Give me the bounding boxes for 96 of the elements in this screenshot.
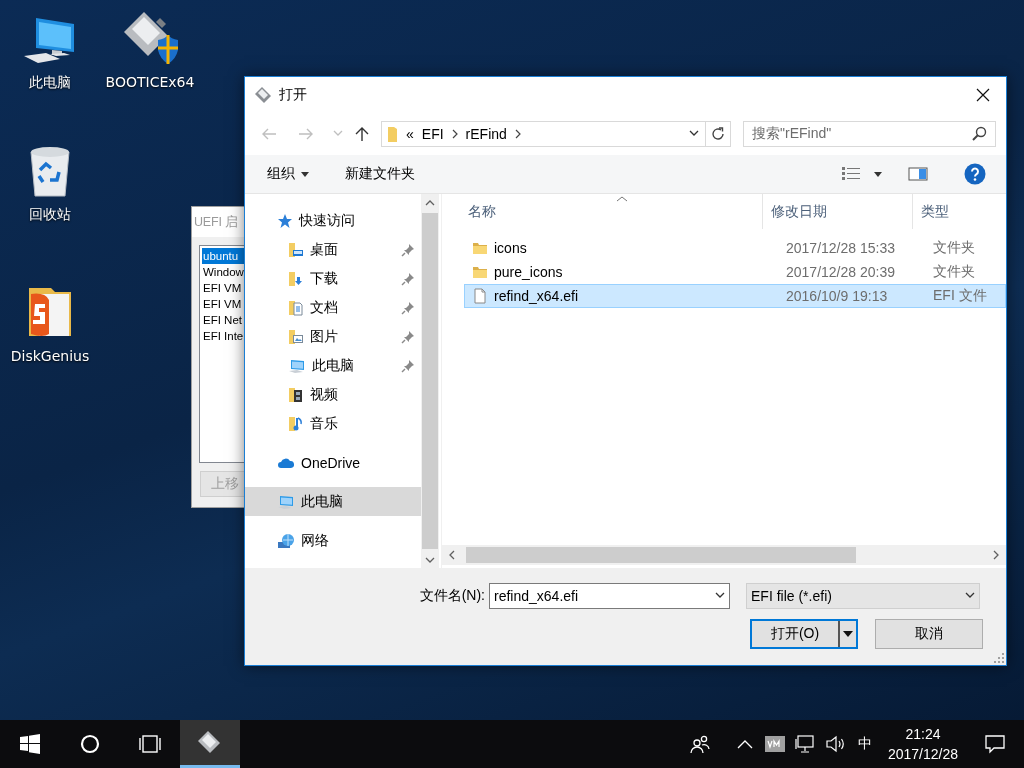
speaker-icon bbox=[825, 735, 845, 753]
star-icon bbox=[277, 212, 293, 229]
window-title: UEFI 启 bbox=[192, 207, 244, 237]
up-arrow-icon bbox=[355, 126, 369, 142]
floppy-icon bbox=[197, 729, 223, 756]
file-row[interactable]: icons 2017/12/28 15:33 文件夹 bbox=[464, 236, 1006, 260]
nav-item[interactable]: 桌面 bbox=[245, 235, 421, 264]
caret-icon bbox=[874, 171, 882, 177]
column-header[interactable]: 类型 bbox=[913, 194, 1006, 229]
floppy-shield-icon bbox=[122, 10, 178, 66]
chevron-down-icon bbox=[715, 592, 725, 600]
scroll-left-icon bbox=[449, 550, 455, 560]
video-folder-icon bbox=[288, 386, 304, 403]
scroll-right-icon bbox=[993, 550, 999, 560]
computer-icon bbox=[288, 357, 306, 374]
window-title: 打开 bbox=[279, 86, 307, 104]
scroll-down-icon bbox=[425, 556, 435, 563]
windows-logo-icon bbox=[20, 734, 40, 754]
circle-icon bbox=[80, 734, 100, 754]
desktop-folder-icon bbox=[288, 241, 304, 258]
desktop-icon-label[interactable]: DiskGenius bbox=[10, 348, 90, 364]
file-type-dropdown[interactable]: EFI file (*.efi) bbox=[746, 583, 980, 609]
task-view-icon bbox=[138, 734, 162, 754]
chevron-down-icon bbox=[965, 592, 975, 600]
chevron-up-icon bbox=[737, 739, 753, 749]
scrollbar[interactable] bbox=[421, 194, 439, 568]
floppy-icon bbox=[255, 87, 271, 103]
details-view-icon bbox=[842, 166, 860, 182]
folder-icon bbox=[472, 240, 488, 256]
nav-item[interactable]: 此电脑 bbox=[245, 487, 421, 516]
preview-pane-icon bbox=[908, 166, 928, 182]
nav-item[interactable]: 视频 bbox=[245, 380, 421, 409]
music-folder-icon bbox=[288, 415, 304, 432]
people-icon bbox=[690, 734, 710, 754]
notification-icon bbox=[985, 734, 1005, 754]
file-row[interactable]: pure_icons 2017/12/28 20:39 文件夹 bbox=[464, 260, 1006, 284]
picture-folder-icon bbox=[288, 328, 304, 345]
breadcrumb[interactable]: rEFind bbox=[465, 126, 507, 142]
file-name-field[interactable]: refind_x64.efi bbox=[489, 583, 730, 609]
scroll-up-icon bbox=[425, 199, 435, 206]
chevron-down-icon bbox=[333, 130, 343, 138]
breadcrumb-overflow[interactable]: « bbox=[406, 126, 414, 142]
chevron-right-icon bbox=[514, 129, 521, 139]
new-folder-button[interactable]: 新建文件夹 bbox=[339, 161, 421, 187]
caret-icon bbox=[843, 631, 853, 637]
boot-entry[interactable]: EFI VM bbox=[202, 280, 244, 296]
computer-icon bbox=[277, 493, 295, 510]
resize-grip-icon bbox=[994, 653, 1004, 663]
breadcrumb[interactable]: EFI bbox=[421, 126, 444, 142]
nav-item[interactable]: OneDrive bbox=[245, 448, 421, 477]
desktop-icon-label[interactable]: BOOTICEx64 bbox=[105, 74, 195, 90]
cancel-button[interactable]: 取消 bbox=[875, 619, 983, 649]
organize-button[interactable]: 组织 bbox=[261, 161, 315, 187]
column-header[interactable]: 名称 bbox=[442, 194, 763, 229]
address-bar[interactable]: « EFI rEFind bbox=[381, 121, 731, 147]
file-row[interactable]: refind_x64.efi 2016/10/9 19:13 EFI 文件 bbox=[464, 284, 1006, 308]
nav-item[interactable]: 此电脑 bbox=[245, 351, 421, 380]
refresh-icon bbox=[710, 126, 726, 142]
column-header[interactable]: 修改日期 bbox=[763, 194, 913, 229]
vmware-icon bbox=[765, 736, 785, 752]
network-icon bbox=[795, 735, 815, 753]
chevron-down-icon bbox=[689, 130, 699, 138]
boot-entry[interactable]: EFI Inte bbox=[202, 328, 244, 344]
back-arrow-icon bbox=[261, 128, 277, 140]
boot-entry[interactable]: Window bbox=[202, 264, 244, 280]
taskbar-app[interactable] bbox=[180, 720, 240, 768]
help-icon bbox=[964, 163, 986, 185]
folder-icon bbox=[472, 264, 488, 280]
boot-entry[interactable]: EFI Net bbox=[202, 312, 244, 328]
forward-arrow-icon bbox=[298, 128, 314, 140]
nav-item[interactable]: 网络 bbox=[245, 526, 421, 555]
network-icon bbox=[277, 532, 295, 549]
download-folder-icon bbox=[288, 270, 304, 287]
caret-icon bbox=[301, 171, 309, 177]
file-name-label: 文件名(N): bbox=[418, 587, 486, 605]
nav-item[interactable]: 音乐 bbox=[245, 409, 421, 438]
chevron-right-icon bbox=[451, 129, 458, 139]
search-icon bbox=[971, 126, 987, 142]
document-folder-icon bbox=[288, 299, 304, 316]
folder-icon bbox=[388, 126, 398, 142]
open-button[interactable]: 打开(O) bbox=[750, 619, 858, 649]
scrollbar[interactable] bbox=[442, 545, 1006, 565]
nav-item[interactable]: 图片 bbox=[245, 322, 421, 351]
desktop-icon-label[interactable]: 回收站 bbox=[29, 206, 71, 224]
nav-item[interactable]: 下载 bbox=[245, 264, 421, 293]
boot-entry[interactable]: ubuntu bbox=[202, 248, 244, 264]
boot-entry[interactable]: EFI VM bbox=[202, 296, 244, 312]
desktop-icon-label[interactable]: 此电脑 bbox=[29, 74, 71, 92]
nav-item[interactable]: 文档 bbox=[245, 293, 421, 322]
close-icon bbox=[976, 88, 990, 102]
clock[interactable]: 21:24 2017/12/28 bbox=[880, 720, 966, 768]
search-field[interactable]: 搜索"rEFind" bbox=[743, 121, 996, 147]
file-icon bbox=[472, 288, 488, 304]
nav-item[interactable]: 快速访问 bbox=[245, 206, 421, 235]
sort-ascending-icon bbox=[616, 196, 628, 202]
input-method-indicator[interactable]: 中 bbox=[850, 720, 880, 768]
